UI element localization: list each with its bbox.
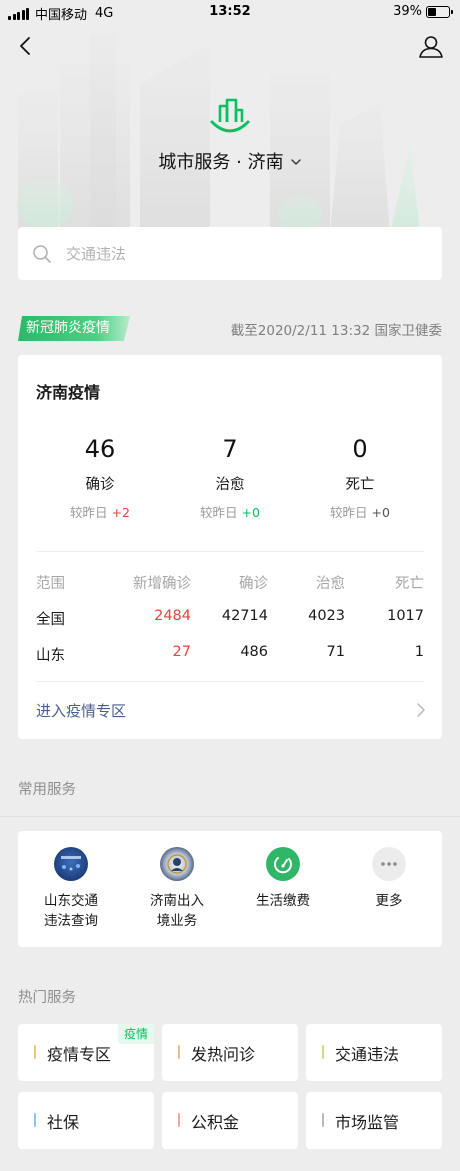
- stat-label: 死亡: [345, 477, 375, 493]
- hot-service-label: 社保: [47, 1113, 80, 1132]
- data-source-timestamp: 截至2020/2/11 13:32 国家卫健委: [230, 323, 442, 339]
- table-header-cell: 治愈: [316, 576, 345, 592]
- city-services-logo-icon: [210, 98, 250, 133]
- card-title: 济南疫情: [36, 383, 101, 402]
- utility-payment-icon: [266, 847, 300, 881]
- search-icon: [33, 244, 51, 263]
- hot-service-traffic-violation[interactable]: 交通违法: [306, 1024, 442, 1081]
- accent-bar: [322, 1045, 324, 1059]
- section-divider: [0, 816, 460, 817]
- hot-service-label: 疫情专区: [47, 1045, 112, 1064]
- table-row: 山东 27 486 71 1: [36, 644, 424, 664]
- common-services-title: 常用服务: [18, 782, 76, 798]
- epidemic-tag: 新冠肺炎疫情: [18, 316, 130, 341]
- stat-deaths: 0 死亡 较昨日 +0: [300, 435, 420, 521]
- battery-percent: 39%: [393, 4, 422, 19]
- table-header-cell: 范围: [36, 576, 65, 592]
- stat-label: 治愈: [215, 477, 245, 493]
- table-cell: 1017: [387, 608, 424, 624]
- table-cell: 27: [172, 644, 191, 660]
- hot-service-social-security[interactable]: 社保: [18, 1092, 154, 1149]
- city-selector[interactable]: 城市服务 · 济南: [0, 148, 460, 174]
- service-label: 山东交通 违法查询: [44, 893, 98, 929]
- service-more[interactable]: 更多: [336, 847, 442, 911]
- accent-bar: [322, 1113, 324, 1127]
- shandong-police-badge-icon: [54, 847, 88, 881]
- table-header-cell: 新增确诊: [133, 576, 191, 592]
- service-shandong-traffic[interactable]: 山东交通 违法查询: [18, 847, 124, 931]
- accent-bar: [34, 1113, 36, 1127]
- battery-icon: [426, 5, 453, 18]
- hot-service-label: 公积金: [191, 1113, 240, 1132]
- stat-delta: 较昨日 +2: [70, 505, 130, 520]
- stat-value: 46: [84, 435, 116, 463]
- table-cell: 71: [326, 644, 345, 660]
- search-placeholder: 交通违法: [66, 245, 127, 263]
- hot-service-market-regulation[interactable]: 市场监管: [306, 1092, 442, 1149]
- stat-delta: 较昨日 +0: [200, 505, 260, 520]
- epidemic-badge: 疫情: [117, 1024, 154, 1044]
- table-cell: 2484: [154, 608, 191, 624]
- epidemic-card: 济南疫情 46 确诊 较昨日 +2 7 治愈 较昨日 +0 0 死亡 较昨日 +0 范…: [18, 355, 442, 739]
- divider: [36, 681, 424, 682]
- search-bar[interactable]: 交通违法: [18, 227, 442, 280]
- hot-service-fever-consult[interactable]: 发热问诊: [162, 1024, 298, 1081]
- table-cell: 山东: [36, 648, 65, 664]
- police-emblem-icon: [160, 847, 194, 881]
- stat-confirmed: 46 确诊 较昨日 +2: [40, 435, 160, 521]
- back-button[interactable]: [14, 34, 38, 58]
- hot-service-housing-fund[interactable]: 公积金: [162, 1092, 298, 1149]
- service-label: 济南出入 境业务: [150, 893, 204, 929]
- accent-bar: [178, 1113, 180, 1127]
- table-cell: 42714: [221, 608, 268, 624]
- stat-value: 7: [222, 435, 238, 463]
- more-icon: [372, 847, 406, 881]
- table-cell: 全国: [36, 612, 65, 628]
- table-header: 范围 新增确诊 确诊 治愈 死亡: [36, 572, 424, 592]
- stat-cured: 7 治愈 较昨日 +0: [170, 435, 290, 521]
- hot-service-label: 发热问诊: [191, 1045, 256, 1064]
- table-cell: 1: [414, 644, 424, 660]
- service-label: 更多: [375, 893, 403, 909]
- service-label: 生活缴费: [256, 893, 310, 909]
- common-services-card: 山东交通 违法查询 济南出入 境业务 生活缴费 更多: [18, 831, 442, 947]
- table-cell: 486: [240, 644, 268, 660]
- hot-service-epidemic-zone[interactable]: 疫情专区 疫情: [18, 1024, 154, 1081]
- table-header-cell: 确诊: [239, 576, 268, 592]
- table-header-cell: 死亡: [395, 576, 424, 592]
- service-utility-payment[interactable]: 生活缴费: [230, 847, 336, 911]
- divider: [36, 551, 424, 552]
- clock: 13:52: [209, 4, 251, 19]
- table-row: 全国 2484 42714 4023 1017: [36, 608, 424, 628]
- service-jinan-exit-entry[interactable]: 济南出入 境业务: [124, 847, 230, 931]
- hot-service-label: 交通违法: [335, 1045, 400, 1064]
- accent-bar: [178, 1045, 180, 1059]
- table-cell: 4023: [308, 608, 345, 624]
- user-icon[interactable]: [418, 34, 444, 60]
- chevron-right-icon[interactable]: [414, 701, 428, 719]
- chevron-down-icon: [290, 159, 301, 165]
- hot-service-label: 市场监管: [335, 1113, 400, 1132]
- hot-services-title: 热门服务: [18, 990, 76, 1006]
- enter-epidemic-zone-link[interactable]: 进入疫情专区: [36, 700, 126, 721]
- page-title: 城市服务 · 济南: [158, 152, 284, 173]
- stat-delta: 较昨日 +0: [330, 505, 390, 520]
- status-bar: 中国移动 4G 13:52 39%: [0, 0, 460, 24]
- stat-label: 确诊: [85, 477, 115, 493]
- accent-bar: [34, 1045, 36, 1059]
- stat-value: 0: [352, 435, 368, 463]
